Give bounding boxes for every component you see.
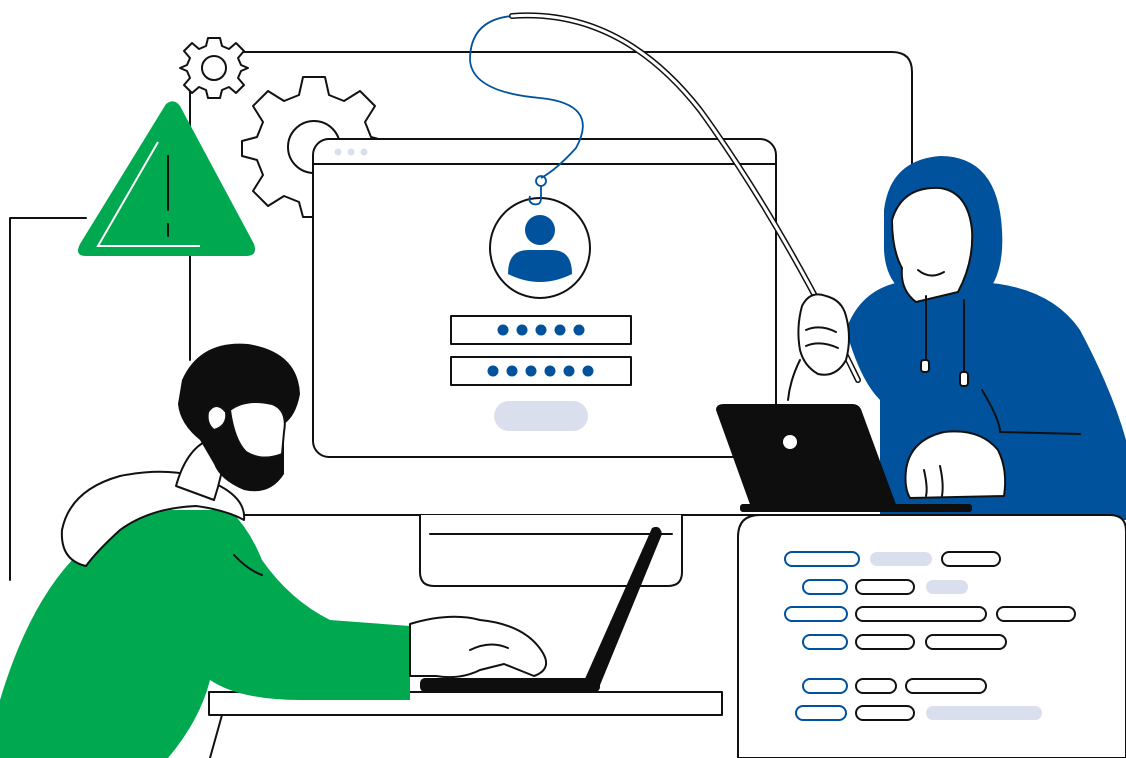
- hacker-face: [891, 186, 974, 303]
- code-token: [855, 634, 915, 650]
- user-avatar-icon: [489, 197, 591, 299]
- gear-icon: [179, 37, 249, 99]
- code-token: [855, 579, 915, 595]
- code-token: [795, 705, 847, 721]
- code-token: [784, 606, 848, 622]
- phishing-illustration: [0, 12, 1126, 758]
- password-field: [450, 356, 632, 386]
- code-token: [802, 678, 848, 694]
- code-token: [870, 552, 932, 566]
- code-token: [925, 634, 1007, 650]
- code-token: [926, 706, 1042, 720]
- warning-icon: [78, 101, 255, 256]
- window-dot: [347, 148, 355, 156]
- code-token: [996, 606, 1076, 622]
- hacker-hand: [797, 293, 850, 376]
- code-token: [941, 551, 1001, 567]
- code-token: [784, 551, 860, 567]
- code-panel: [737, 514, 1126, 758]
- window-dot: [334, 148, 342, 156]
- code-token: [802, 579, 848, 595]
- username-field: [450, 315, 632, 345]
- login-button: [494, 401, 588, 431]
- code-token: [905, 678, 987, 694]
- code-token: [926, 580, 968, 594]
- window-dot: [360, 148, 368, 156]
- code-token: [802, 634, 848, 650]
- user-hoodie: [0, 510, 410, 758]
- code-token: [855, 678, 897, 694]
- desk: [208, 691, 723, 758]
- code-token: [855, 705, 915, 721]
- code-token: [855, 606, 987, 622]
